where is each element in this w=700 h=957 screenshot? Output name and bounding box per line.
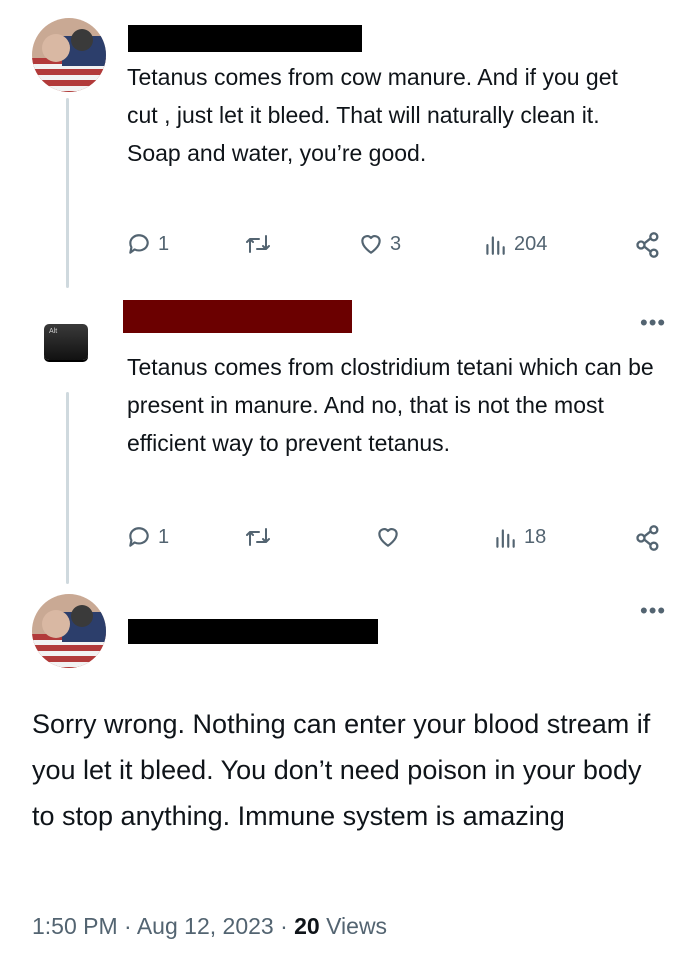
reply-count: 1 — [158, 525, 170, 548]
reply-count: 1 — [158, 232, 170, 255]
views-count: 20 — [294, 913, 320, 939]
share-icon — [636, 525, 659, 551]
avatar[interactable]: Alt — [44, 324, 88, 360]
views-button[interactable]: 204 — [482, 231, 547, 257]
views-icon — [496, 529, 515, 548]
like-icon — [378, 528, 398, 547]
views-button[interactable]: 18 — [492, 524, 546, 550]
views-count: 18 — [524, 525, 547, 548]
separator: · — [280, 913, 288, 939]
views-count: 204 — [514, 232, 548, 255]
tweet-metadata: 1:50 PM · Aug 12, 2023 · 20 Views — [32, 913, 387, 940]
views-icon — [486, 236, 505, 255]
redacted-name — [123, 300, 352, 333]
retweet-icon — [246, 528, 270, 546]
avatar-image — [32, 594, 106, 668]
thread-line — [66, 98, 69, 288]
reply-icon — [129, 527, 149, 547]
avatar[interactable] — [32, 594, 106, 668]
reply-button[interactable]: 1 — [126, 231, 169, 257]
more-icon[interactable]: ••• — [640, 598, 666, 624]
avatar-key-label: Alt — [49, 328, 58, 335]
tweet-text: Tetanus comes from clostridium tetani wh… — [127, 354, 654, 456]
retweet-icon — [246, 235, 270, 253]
thread-line — [66, 392, 69, 584]
reply-button[interactable]: 1 — [126, 524, 169, 550]
redacted-name — [128, 25, 362, 52]
avatar-image — [32, 18, 106, 92]
tweet-text: Tetanus comes from cow manure. And if yo… — [127, 64, 618, 166]
reply-icon — [129, 234, 149, 254]
separator: · — [124, 913, 132, 939]
share-button[interactable] — [634, 231, 662, 259]
like-count: 3 — [390, 232, 402, 255]
like-button[interactable]: 3 — [358, 231, 401, 257]
redacted-name — [128, 619, 378, 644]
like-icon — [361, 235, 381, 254]
retweet-button[interactable] — [244, 524, 272, 550]
avatar[interactable] — [32, 18, 106, 92]
share-button[interactable] — [634, 524, 662, 552]
tweet-date[interactable]: Aug 12, 2023 — [137, 913, 274, 939]
views-label: Views — [326, 913, 388, 939]
more-icon[interactable]: ••• — [640, 310, 666, 336]
like-button[interactable] — [375, 524, 401, 550]
share-icon — [636, 232, 659, 258]
tweet-time[interactable]: 1:50 PM — [32, 913, 118, 939]
retweet-button[interactable] — [244, 231, 272, 257]
main-tweet-text: Sorry wrong. Nothing can enter your bloo… — [32, 709, 651, 831]
